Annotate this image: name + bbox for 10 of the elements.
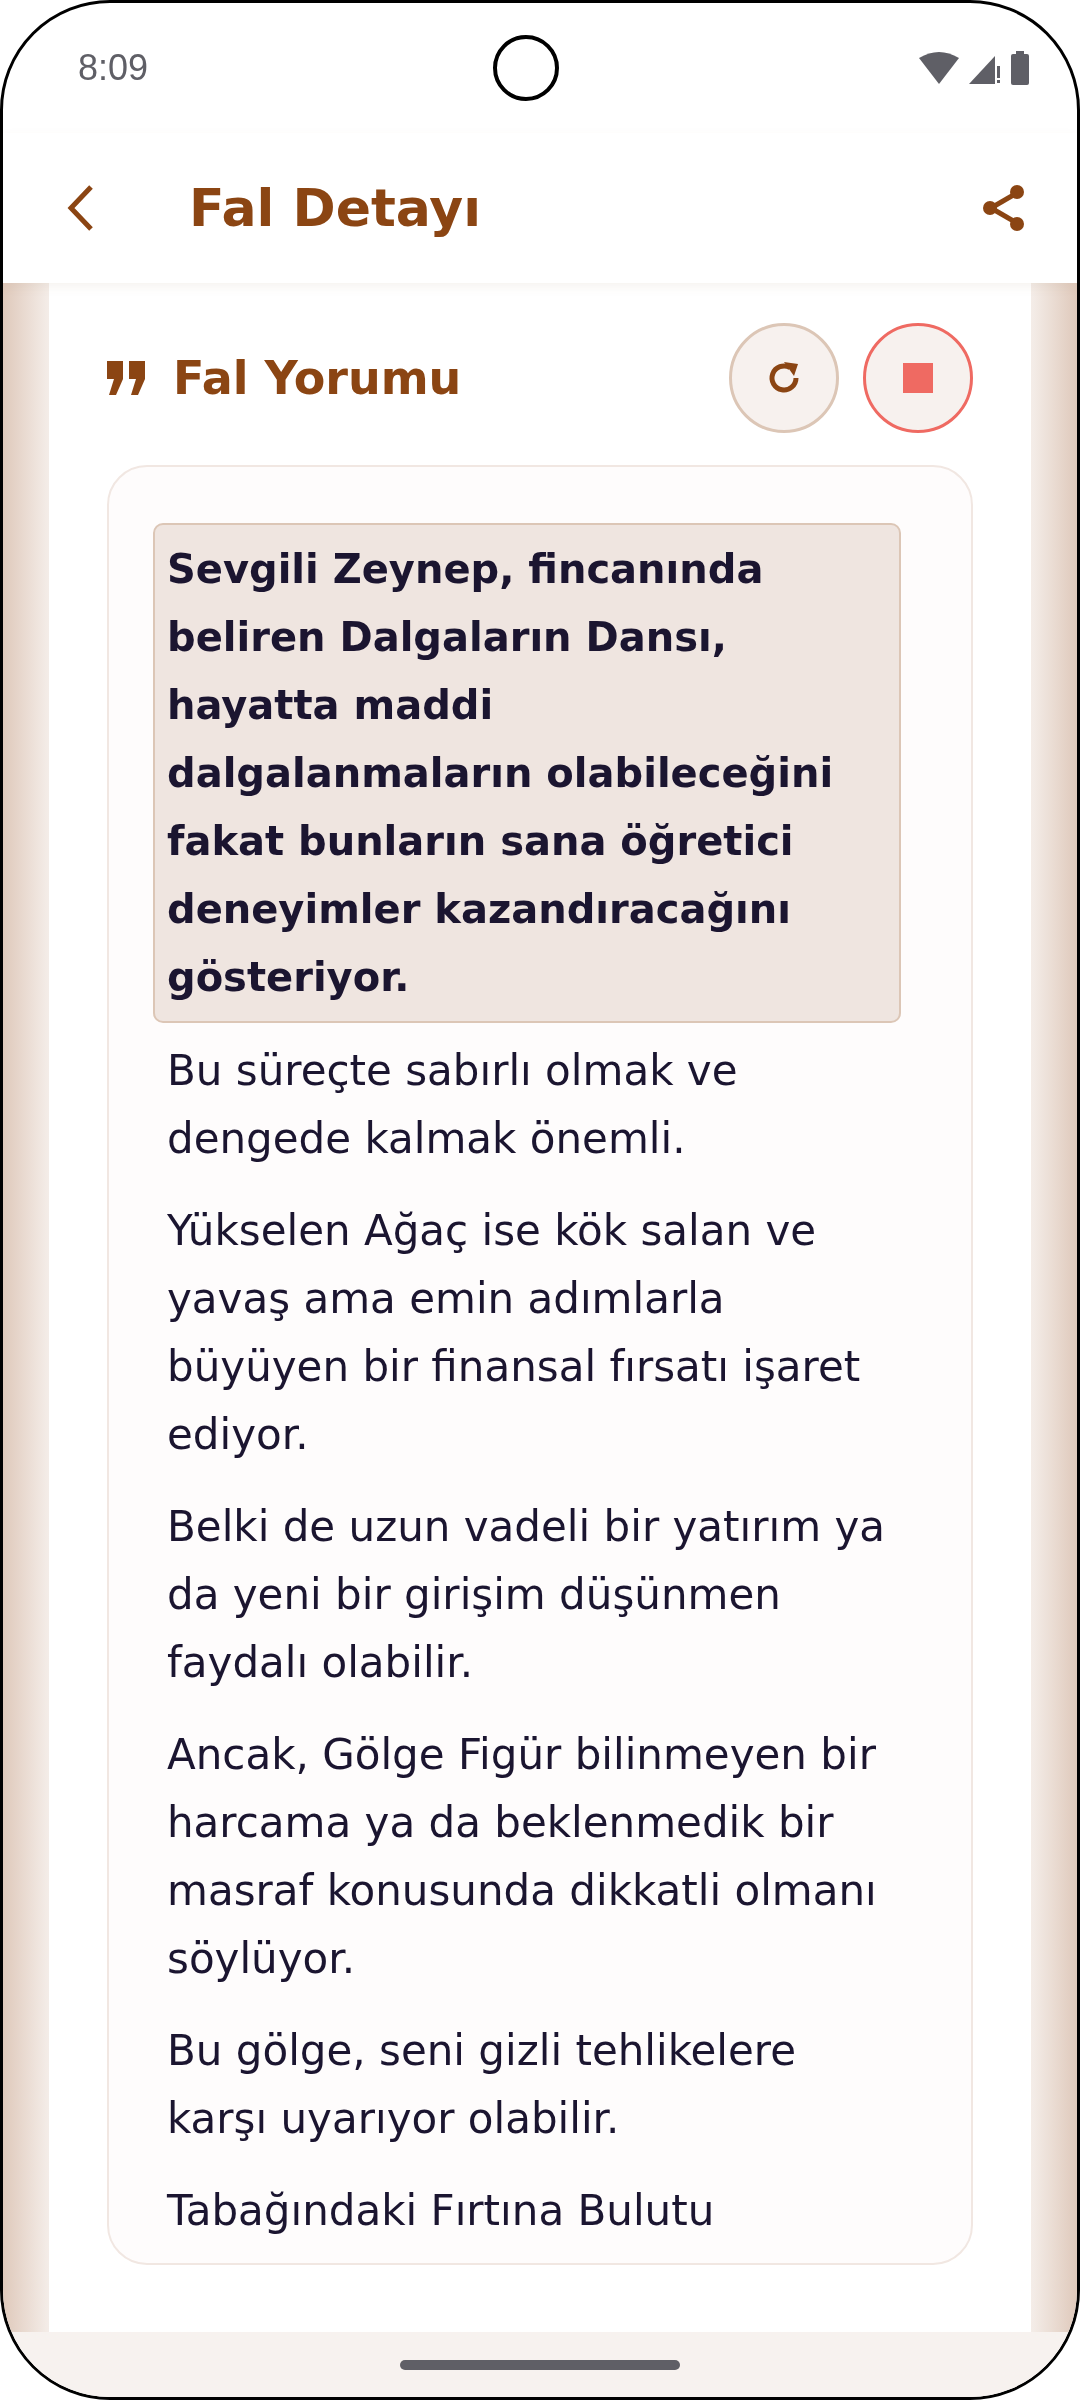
status-time: 8:09: [78, 47, 149, 89]
highlighted-paragraph: Sevgili Zeynep, fincanında beliren Dalgaların Dansı, hayatta maddi dalgalanmaların olabileceğini fakat bunların sana öğretici deneyimler kazandıracağını gösteriyor.: [153, 523, 901, 1023]
paragraph: Yükselen Ağaç ise kök salan ve yavaş ama emin adımlarla büyüyen bir finansal fırsatı işaret ediyor.: [167, 1205, 862, 1461]
paragraph: Ancak, Gölge Figür bilinmeyen bir harcama ya da beklenmedik bir masraf konusunda dikkatli olmanı söylüyor.: [167, 1729, 878, 1985]
paragraph: Belki de uzun vadeli bir yatırım ya da yeni bir girişim düşünmen faydalı olabilir.: [167, 1501, 887, 1689]
paragraph: Bu gölge, seni gizli tehlikelere karşı uyarıyor olabilir.: [167, 2025, 798, 2145]
section-title: Fal Yorumu: [173, 351, 463, 405]
page-title: Fal Detayı: [189, 178, 482, 238]
paragraph: Bu süreçte sabırlı olmak ve dengede kalmak önemli.: [167, 1045, 739, 1165]
paragraph: Tabağındaki Fırtına Bulutu: [167, 2185, 716, 2237]
